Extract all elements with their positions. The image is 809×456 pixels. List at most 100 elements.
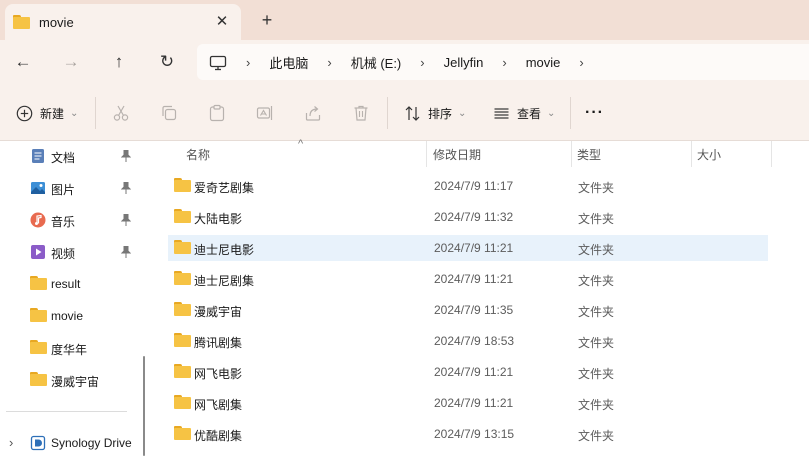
folder-icon	[174, 426, 191, 440]
column-separator[interactable]	[691, 141, 692, 167]
share-icon	[305, 106, 321, 121]
file-name: 网飞电影	[194, 367, 243, 381]
sidebar-item-label: 文档	[51, 151, 76, 165]
table-row[interactable]: 网飞剧集 2024/7/9 11:21 文件夹	[168, 390, 768, 416]
file-modified: 2024/7/9 11:21	[434, 241, 514, 255]
folder-icon	[174, 209, 191, 223]
sidebar-item-label: result	[51, 277, 81, 291]
folder-icon	[174, 364, 191, 378]
sidebar-item-marvel[interactable]: 漫威宇宙	[0, 364, 150, 396]
paste-button[interactable]	[208, 102, 226, 124]
table-row-selected[interactable]: 迪士尼电影 2024/7/9 11:21 文件夹	[168, 235, 768, 261]
synology-drive-icon	[30, 435, 46, 451]
file-name: 迪士尼剧集	[194, 274, 255, 288]
new-tab-button[interactable]: +	[257, 10, 277, 30]
file-type: 文件夹	[578, 336, 615, 350]
table-row[interactable]: 爱奇艺剧集 2024/7/9 11:17 文件夹	[168, 173, 768, 199]
folder-icon	[174, 302, 191, 316]
folder-icon	[30, 308, 47, 324]
address-bar[interactable]: › 此电脑 › 机械 (E:) › Jellyfin › movie ›	[197, 44, 809, 80]
sidebar-item-music[interactable]: 音乐	[0, 204, 150, 236]
music-icon	[30, 212, 46, 228]
sidebar-item-label: 度华年	[51, 343, 88, 357]
view-list-icon	[494, 107, 509, 119]
column-header-size[interactable]: 大小	[697, 141, 767, 167]
breadcrumb-separator[interactable]: ›	[579, 55, 583, 70]
table-row[interactable]: 迪士尼剧集 2024/7/9 11:21 文件夹	[168, 266, 768, 292]
breadcrumb-this-pc[interactable]: 此电脑	[269, 53, 308, 72]
file-modified: 2024/7/9 11:21	[434, 272, 514, 286]
breadcrumb-separator[interactable]: ›	[420, 55, 424, 70]
sidebar-item-videos[interactable]: 视频	[0, 236, 150, 268]
delete-button[interactable]	[352, 102, 370, 124]
folder-icon	[174, 395, 191, 409]
file-modified: 2024/7/9 11:21	[434, 396, 514, 410]
folder-icon	[13, 15, 30, 29]
column-header-type[interactable]: 类型	[577, 141, 687, 167]
pin-icon	[121, 246, 131, 258]
column-header-label: 类型	[577, 148, 602, 162]
view-button[interactable]: 查看 ⌄	[493, 102, 555, 124]
sort-label: 排序	[428, 106, 453, 121]
table-row[interactable]: 大陆电影 2024/7/9 11:32 文件夹	[168, 204, 768, 230]
sidebar-item-label: movie	[51, 309, 84, 323]
file-modified: 2024/7/9 11:35	[434, 303, 514, 317]
sidebar-item-movie[interactable]: movie	[0, 300, 150, 332]
folder-icon	[174, 178, 191, 192]
column-header-label: 大小	[697, 148, 722, 162]
file-name: 腾讯剧集	[194, 336, 243, 350]
copy-icon	[162, 105, 177, 121]
column-header-name[interactable]: 名称	[186, 141, 426, 167]
up-button[interactable]: ↑	[107, 50, 131, 74]
folder-icon	[30, 340, 47, 356]
table-row[interactable]: 优酷剧集 2024/7/9 13:15 文件夹	[168, 421, 768, 447]
breadcrumb-separator[interactable]: ›	[502, 55, 506, 70]
sidebar-divider	[6, 411, 127, 412]
breadcrumb-separator[interactable]: ›	[327, 55, 331, 70]
sidebar-item-duhuanian[interactable]: 度华年	[0, 332, 150, 364]
table-row[interactable]: 漫威宇宙 2024/7/9 11:35 文件夹	[168, 297, 768, 323]
sidebar-item-pictures[interactable]: 图片	[0, 172, 150, 204]
sort-icon	[405, 105, 420, 121]
copy-button[interactable]	[160, 102, 178, 124]
sidebar-item-label: 漫威宇宙	[51, 375, 100, 389]
tab-title: movie	[39, 14, 74, 30]
new-button[interactable]: 新建 ⌄	[16, 102, 78, 124]
table-row[interactable]: 腾讯剧集 2024/7/9 18:53 文件夹	[168, 328, 768, 354]
forward-button[interactable]: →	[59, 50, 83, 74]
share-button[interactable]	[304, 102, 322, 124]
sidebar-item-documents[interactable]: 文档	[0, 140, 150, 172]
file-modified: 2024/7/9 18:53	[434, 334, 515, 348]
rename-button[interactable]	[256, 102, 274, 124]
more-options-button[interactable]: ···	[585, 102, 604, 124]
column-separator[interactable]	[571, 141, 572, 167]
sidebar-scrollbar[interactable]	[143, 356, 145, 456]
sidebar-item-synology-drive[interactable]: › Synology Drive	[0, 427, 150, 456]
column-separator[interactable]	[426, 141, 427, 167]
folder-icon	[30, 276, 47, 292]
sidebar-item-label: Synology Drive	[51, 436, 132, 450]
navigation-bar: ← → ↑ ↻ › 此电脑 › 机械 (E:) › Jellyfin › mov…	[0, 40, 809, 84]
column-separator[interactable]	[771, 141, 772, 167]
refresh-button[interactable]: ↻	[155, 50, 179, 74]
sort-button[interactable]: 排序 ⌄	[404, 102, 466, 124]
tab-movie[interactable]: movie ✕	[5, 4, 241, 40]
file-name: 迪士尼电影	[194, 243, 255, 257]
back-button[interactable]: ←	[11, 50, 35, 74]
table-row[interactable]: 网飞电影 2024/7/9 11:21 文件夹	[168, 359, 768, 385]
breadcrumb-jellyfin[interactable]: Jellyfin	[444, 55, 484, 70]
breadcrumb-movie[interactable]: movie	[526, 55, 561, 70]
file-type: 文件夹	[578, 274, 615, 288]
column-header-modified[interactable]: 修改日期	[433, 141, 573, 167]
column-header-label: 名称	[186, 148, 211, 162]
file-modified: 2024/7/9 11:17	[434, 179, 514, 193]
folder-icon	[174, 240, 191, 254]
folder-icon	[30, 372, 47, 388]
cut-button[interactable]	[112, 102, 130, 124]
file-type: 文件夹	[578, 429, 615, 443]
chevron-right-icon[interactable]: ›	[9, 435, 13, 450]
close-tab-button[interactable]: ✕	[213, 13, 231, 31]
breadcrumb-drive-e[interactable]: 机械 (E:)	[351, 53, 402, 72]
sidebar-item-result[interactable]: result	[0, 268, 150, 300]
file-name: 漫威宇宙	[194, 305, 243, 319]
